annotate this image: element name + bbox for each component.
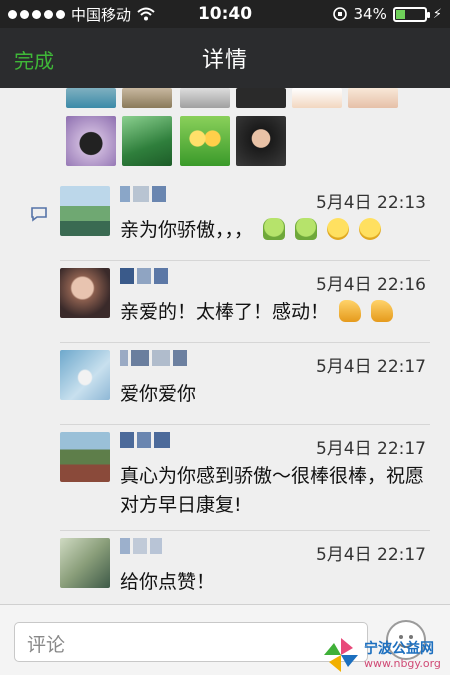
battery-percent: 34% <box>353 5 387 23</box>
battery-icon <box>392 6 430 22</box>
comment-item[interactable]: 5月4日 22:17 爱你爱你 <box>60 342 430 424</box>
carrier-name: 中国移动 <box>71 5 132 24</box>
comment-icon <box>31 207 47 222</box>
liker-avatar[interactable] <box>122 116 172 166</box>
liker-avatar[interactable] <box>180 116 230 166</box>
smile-icon <box>327 218 350 240</box>
liker-avatar[interactable] <box>292 88 342 108</box>
comment-item[interactable]: 5月4日 22:17 给你点赞！ <box>60 530 430 602</box>
comment-time: 5月4日 22:17 <box>315 357 426 377</box>
commenter-name-blurred[interactable] <box>120 538 210 560</box>
wifi-icon <box>137 7 155 21</box>
avatar[interactable] <box>60 432 110 482</box>
liker-avatar[interactable] <box>180 88 230 108</box>
comment-text: 给你点赞！ <box>120 568 426 597</box>
comment-text: 真心为你感到骄傲～很棒很棒，祝愿对方早日康复! <box>120 462 426 520</box>
comment-item[interactable]: 5月4日 22:13 亲为你骄傲，，， <box>60 178 430 260</box>
comment-text: 爱你爱你 <box>120 380 426 409</box>
rotation-lock-icon <box>332 7 347 21</box>
commenter-name-blurred[interactable] <box>120 432 210 454</box>
avatar[interactable] <box>60 186 110 236</box>
status-bar: 中国移动 10:40 34% ⚡ <box>0 0 450 28</box>
liker-avatar[interactable] <box>236 88 286 108</box>
smile-icon <box>359 218 382 240</box>
watermark-logo: 宁波公益网 www.nbgy.org <box>320 636 448 674</box>
thumbs-up-icon <box>371 300 394 322</box>
pinwheel-logo-icon <box>324 638 358 672</box>
green-guy-icon <box>263 218 286 240</box>
commenter-name-blurred[interactable] <box>120 268 210 290</box>
comment-item[interactable]: 5月4日 22:17 真心为你感到骄傲～很棒很棒，祝愿对方早日康复! <box>60 424 430 530</box>
avatar[interactable] <box>60 350 110 400</box>
battery-level <box>395 9 406 19</box>
comment-body: 真心为你感到骄傲～很棒很棒，祝愿对方早日康复! <box>120 465 425 516</box>
liker-avatar[interactable] <box>236 116 286 166</box>
comment-time: 5月4日 22:13 <box>315 193 426 213</box>
comment-list: 5月4日 22:13 亲为你骄傲，，， 5月4日 22:16 亲爱的！太棒了！感… <box>0 178 450 602</box>
navigation-bar: 完成 详情 <box>0 28 450 88</box>
comment-body: 爱你爱你 <box>120 383 197 405</box>
comment-text: 亲为你骄傲，，， <box>120 216 426 245</box>
comment-body: 亲爱的！太棒了！感动！ <box>120 301 330 323</box>
done-button[interactable]: 完成 <box>14 45 54 74</box>
comment-time: 5月4日 22:16 <box>315 275 426 295</box>
green-guy-icon <box>295 218 318 240</box>
comment-input[interactable]: 评论 <box>14 622 368 662</box>
signal-strength-icon <box>8 9 65 19</box>
avatar[interactable] <box>60 538 110 588</box>
watermark-name: 宁波公益网 <box>364 641 434 657</box>
liker-avatar[interactable] <box>66 116 116 166</box>
liker-avatar[interactable] <box>348 88 398 108</box>
commenter-name-blurred[interactable] <box>120 186 210 208</box>
commenter-name-blurred[interactable] <box>120 350 210 372</box>
comment-time: 5月4日 22:17 <box>315 439 426 459</box>
charging-icon: ⚡ <box>432 6 442 22</box>
comment-body: 亲为你骄傲，，， <box>120 219 254 241</box>
liker-avatar[interactable] <box>66 88 116 108</box>
liker-avatar[interactable] <box>122 88 172 108</box>
comment-body: 给你点赞！ <box>120 571 216 593</box>
likes-avatar-grid <box>0 88 450 180</box>
thumbs-up-icon <box>339 300 362 322</box>
comment-text: 亲爱的！太棒了！感动！ <box>120 298 426 327</box>
comment-time: 5月4日 22:17 <box>315 545 426 565</box>
comment-item[interactable]: 5月4日 22:16 亲爱的！太棒了！感动！ <box>60 260 430 342</box>
avatar[interactable] <box>60 268 110 318</box>
watermark-url: www.nbgy.org <box>364 657 441 670</box>
page-title: 详情 <box>201 48 248 73</box>
